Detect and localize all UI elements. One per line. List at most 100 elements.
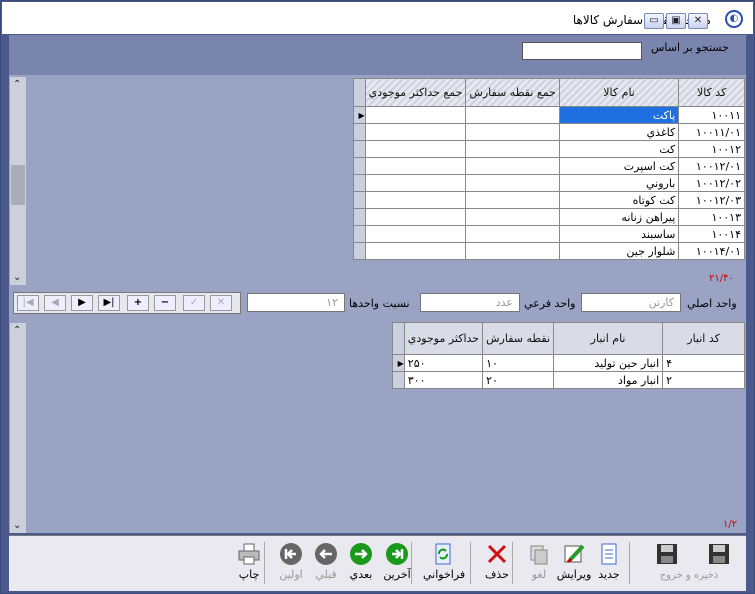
nav-last-button[interactable]: ▶| bbox=[98, 295, 120, 311]
nav-first-button[interactable]: |◀ bbox=[17, 295, 39, 311]
restore-button[interactable]: ▣ bbox=[666, 13, 686, 29]
cell-name[interactable]: كت bbox=[558, 140, 680, 158]
first-record-button[interactable]: اولين bbox=[271, 540, 311, 588]
cell-sum_max[interactable] bbox=[364, 208, 467, 226]
row-indicator[interactable] bbox=[353, 191, 366, 209]
cell-sum_order[interactable] bbox=[465, 157, 560, 175]
refresh-button[interactable]: فراخواني bbox=[423, 540, 465, 588]
nav-ok-button[interactable]: ✓ bbox=[183, 295, 205, 311]
nav-next-button[interactable]: ▶ bbox=[71, 295, 93, 311]
table-row[interactable]: ۱۰۰۱۲/۰۳ كت كوتاه bbox=[353, 191, 745, 209]
cell-sum_order[interactable] bbox=[465, 242, 560, 260]
cell-code[interactable]: ۱۰۰۱۳ bbox=[678, 208, 745, 226]
unit-ratio-input[interactable]: ۱۲ bbox=[247, 293, 345, 312]
scroll-thumb[interactable] bbox=[11, 165, 25, 205]
row-indicator[interactable]: ▶ bbox=[392, 354, 405, 372]
last-record-button[interactable]: آخرين bbox=[377, 540, 417, 588]
cell-code[interactable]: ۱۰۰۱۴ bbox=[678, 225, 745, 243]
items-grid-scrollbar[interactable]: ⌃ ⌄ bbox=[10, 77, 26, 285]
table-row[interactable]: ۱۰۰۱۲/۰۱ كت اسپرت bbox=[353, 157, 745, 175]
edit-button[interactable]: ويرايش bbox=[554, 540, 594, 588]
cell-name[interactable]: پاكت bbox=[558, 106, 680, 124]
cell-sum_max[interactable] bbox=[364, 106, 467, 124]
row-indicator[interactable] bbox=[353, 123, 366, 141]
scroll-up-icon[interactable]: ⌃ bbox=[13, 79, 21, 90]
undo-button[interactable]: لغو bbox=[519, 540, 559, 588]
cell-order[interactable]: ۲۰ bbox=[482, 371, 555, 389]
cell-sum_order[interactable] bbox=[465, 225, 560, 243]
row-indicator[interactable] bbox=[353, 174, 366, 192]
row-indicator[interactable] bbox=[353, 140, 366, 158]
delete-button[interactable]: حذف bbox=[477, 540, 517, 588]
table-row[interactable]: ۱۰۰۱۲ كت bbox=[353, 140, 745, 158]
scroll-up-icon[interactable]: ⌃ bbox=[13, 325, 21, 336]
cell-order[interactable]: ۱۰ bbox=[482, 354, 555, 372]
print-button[interactable]: چاپ bbox=[229, 540, 269, 588]
cell-name[interactable]: كت اسپرت bbox=[558, 157, 680, 175]
cell-code[interactable]: ۱۰۰۱۲/۰۳ bbox=[678, 191, 745, 209]
search-input[interactable] bbox=[522, 42, 642, 60]
cell-name[interactable]: ساسبند bbox=[558, 225, 680, 243]
cell-code[interactable]: ۱۰۰۱۴/۰۱ bbox=[678, 242, 745, 260]
nav-prev-button[interactable]: ◀ bbox=[44, 295, 66, 311]
col-warehouse-name[interactable]: نام انبار bbox=[553, 322, 664, 355]
cell-sum_order[interactable] bbox=[465, 208, 560, 226]
col-max-stock[interactable]: حداكثر موجودي bbox=[403, 322, 484, 355]
col-sum-order-point[interactable]: جمع نقطه سفارش bbox=[465, 78, 560, 107]
scroll-down-icon[interactable]: ⌄ bbox=[13, 272, 21, 283]
cell-sum_max[interactable] bbox=[364, 242, 467, 260]
row-indicator[interactable] bbox=[353, 157, 366, 175]
row-indicator[interactable] bbox=[392, 371, 405, 389]
cell-sum_max[interactable] bbox=[364, 123, 467, 141]
cell-code[interactable]: ۱۰۰۱۲/۰۱ bbox=[678, 157, 745, 175]
cell-sum_order[interactable] bbox=[465, 123, 560, 141]
cell-sum_order[interactable] bbox=[465, 191, 560, 209]
scroll-down-icon[interactable]: ⌄ bbox=[13, 520, 21, 531]
cell-name[interactable]: باروني bbox=[558, 174, 680, 192]
table-row[interactable]: ۱۰۰۱۴/۰۱ شلوار جين bbox=[353, 242, 745, 260]
table-row[interactable]: ۱۰۰۱۳ پيراهن زنانه bbox=[353, 208, 745, 226]
col-item-name[interactable]: نام كالا bbox=[558, 78, 680, 107]
cell-name[interactable]: انبار مواد bbox=[553, 371, 664, 389]
cell-code[interactable]: ۱۰۰۱۲/۰۲ bbox=[678, 174, 745, 192]
cell-sum_max[interactable] bbox=[364, 157, 467, 175]
nav-cancel-button[interactable]: ✕ bbox=[210, 295, 232, 311]
col-warehouse-code[interactable]: كد انبار bbox=[662, 322, 745, 355]
app-icon[interactable]: ◐ bbox=[725, 10, 743, 28]
col-sum-max-stock[interactable]: جمع حداكثر موجودي bbox=[364, 78, 467, 107]
cell-sum_order[interactable] bbox=[465, 106, 560, 124]
cell-sum_max[interactable] bbox=[364, 225, 467, 243]
table-row[interactable]: ۱۰۰۱۱ پاكت ▶ bbox=[353, 106, 745, 124]
main-unit-input[interactable]: كارتن bbox=[581, 293, 681, 312]
col-item-code[interactable]: كد كالا bbox=[678, 78, 745, 107]
prev-record-button[interactable]: قبلي bbox=[306, 540, 346, 588]
cell-code[interactable]: ۱۰۰۱۱/۰۱ bbox=[678, 123, 745, 141]
sub-unit-input[interactable]: عدد bbox=[420, 293, 520, 312]
cell-name[interactable]: كاغذي bbox=[558, 123, 680, 141]
cell-sum_order[interactable] bbox=[465, 174, 560, 192]
table-row[interactable]: ۱۰۰۱۴ ساسبند bbox=[353, 225, 745, 243]
table-row[interactable]: ۱۰۰۱۱/۰۱ كاغذي bbox=[353, 123, 745, 141]
cell-code[interactable]: ۱۰۰۱۲ bbox=[678, 140, 745, 158]
cell-sum_max[interactable] bbox=[364, 191, 467, 209]
cell-max[interactable]: ۲۵۰ bbox=[403, 354, 484, 372]
cell-sum_max[interactable] bbox=[364, 174, 467, 192]
new-button[interactable]: جديد bbox=[589, 540, 629, 588]
table-row[interactable]: ۲ انبار مواد ۲۰ ۳۰۰ bbox=[392, 371, 745, 389]
cell-sum_order[interactable] bbox=[465, 140, 560, 158]
nav-add-button[interactable]: + bbox=[127, 295, 149, 311]
minimize-button[interactable]: ▭ bbox=[644, 13, 664, 29]
save-button[interactable] bbox=[647, 540, 687, 588]
save-exit-button[interactable]: ذخيره و خروج bbox=[660, 540, 739, 588]
cell-max[interactable]: ۳۰۰ bbox=[403, 371, 484, 389]
cell-code[interactable]: ۲ bbox=[662, 371, 745, 389]
close-button[interactable]: ✕ bbox=[688, 13, 708, 29]
cell-name[interactable]: پيراهن زنانه bbox=[558, 208, 680, 226]
cell-name[interactable]: انبار حين توليد bbox=[553, 354, 664, 372]
cell-sum_max[interactable] bbox=[364, 140, 467, 158]
warehouses-grid-scrollbar[interactable]: ⌃ ⌄ bbox=[10, 323, 26, 533]
row-indicator[interactable] bbox=[353, 242, 366, 260]
cell-code[interactable]: ۱۰۰۱۱ bbox=[678, 106, 745, 124]
row-indicator[interactable] bbox=[353, 208, 366, 226]
table-row[interactable]: ۴ انبار حين توليد ۱۰ ۲۵۰ ▶ bbox=[392, 354, 745, 372]
